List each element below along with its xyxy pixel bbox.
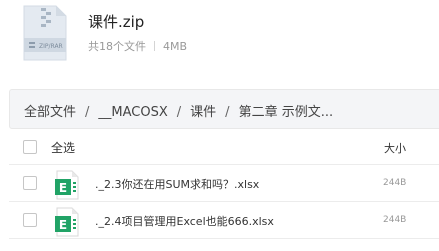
breadcrumb-separator: /: [225, 105, 230, 120]
row-checkbox[interactable]: [23, 213, 37, 227]
size-column-header: 大小: [384, 142, 406, 155]
breadcrumb-item-courseware[interactable]: 课件: [190, 105, 216, 120]
meta-divider: [154, 41, 155, 51]
file-size: 244B: [383, 215, 407, 225]
breadcrumb-separator: /: [176, 105, 182, 120]
excel-icon-letter: E: [59, 218, 67, 232]
archive-size: 4MB: [163, 40, 188, 53]
table-row[interactable]: E ._2.3你还在用SUM求和吗？.xlsx 244B: [9, 165, 439, 202]
archive-meta: 共18个文件 4MB: [88, 38, 187, 54]
breadcrumb-trail: 全部文件 / __MACOSX / 课件 / 第二章 示例文...: [24, 101, 333, 120]
row-checkbox[interactable]: [23, 176, 37, 190]
archive-file-count: 共18个文件: [88, 40, 146, 53]
breadcrumb-item-macosx[interactable]: __MACOSX: [98, 105, 167, 120]
file-size: 244B: [383, 178, 407, 188]
excel-file-icon: E: [55, 207, 79, 237]
breadcrumb-item-all-files[interactable]: 全部文件: [24, 105, 76, 120]
select-all-checkbox[interactable]: [23, 139, 37, 154]
archive-name: 课件.zip: [88, 13, 145, 31]
breadcrumb: 全部文件 / __MACOSX / 课件 / 第二章 示例文...: [9, 89, 439, 129]
excel-icon-letter: E: [59, 181, 67, 195]
file-name[interactable]: ._2.4项目管理用Excel也能666.xlsx: [95, 213, 274, 229]
zip-archive-icon: ZIP/RAR: [23, 5, 67, 61]
select-all-label[interactable]: 全选: [51, 139, 75, 156]
file-list: 全选 大小 E ._2.3你还在用SUM求和吗？.xlsx 244B E ._2…: [9, 129, 439, 239]
breadcrumb-separator: /: [85, 105, 90, 120]
file-name[interactable]: ._2.3你还在用SUM求和吗？.xlsx: [95, 176, 259, 192]
breadcrumb-item-chapter-2[interactable]: 第二章 示例文...: [239, 105, 334, 120]
excel-file-icon: E: [55, 170, 79, 200]
archive-header: ZIP/RAR 课件.zip 共18个文件 4MB: [0, 0, 439, 80]
file-list-header: 全选 大小: [9, 129, 439, 165]
zip-band-text: ZIP/RAR: [39, 43, 63, 50]
table-row[interactable]: E ._2.4项目管理用Excel也能666.xlsx 244B: [9, 202, 439, 239]
